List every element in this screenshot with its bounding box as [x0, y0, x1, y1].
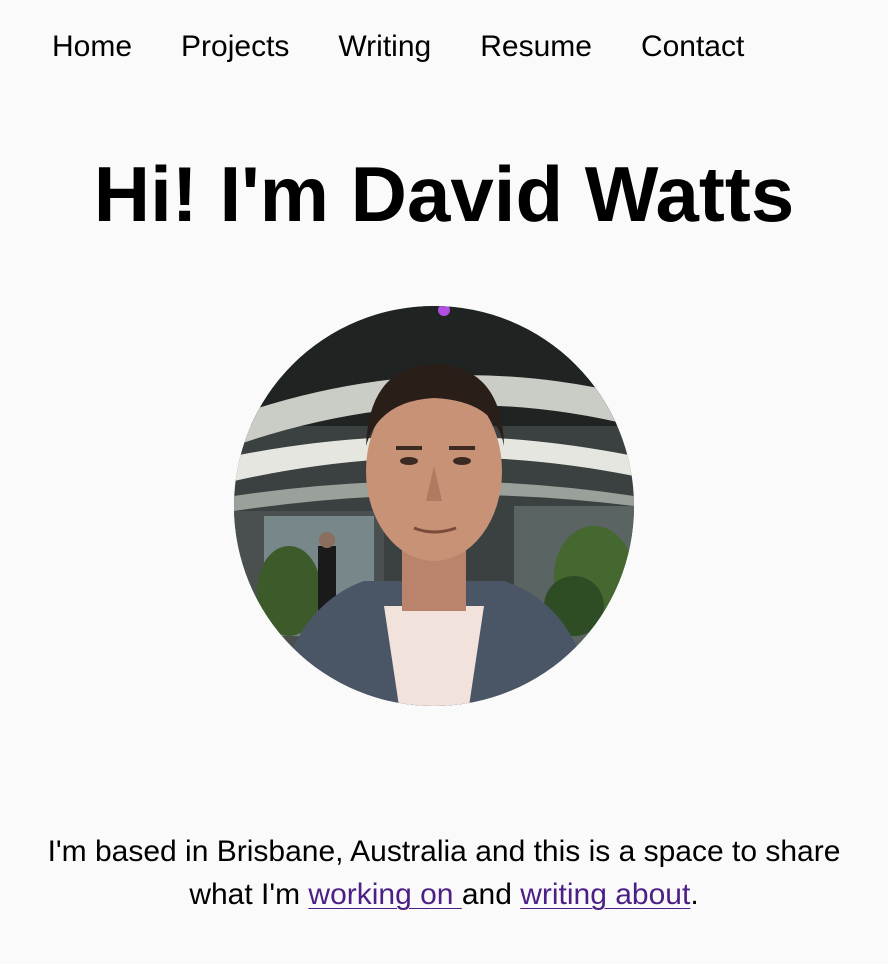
nav-projects-link[interactable]: Projects [181, 28, 289, 66]
main-nav: Home Projects Writing Resume Contact [52, 28, 744, 66]
page: Home Projects Writing Resume Contact Hi!… [0, 0, 888, 964]
nav-writing-link[interactable]: Writing [338, 28, 431, 66]
working-on-link[interactable]: working on [308, 878, 461, 911]
nav-resume-link[interactable]: Resume [480, 28, 592, 66]
intro-text-middle: and [461, 878, 521, 911]
writing-about-link[interactable]: writing about [520, 878, 690, 911]
page-title: Hi! I'm David Watts [93, 150, 795, 238]
nav-contact-link[interactable]: Contact [641, 28, 744, 66]
profile-photo [234, 306, 634, 706]
intro-text-after: . [690, 878, 699, 911]
intro-paragraph: I'm based in Brisbane, Australia and thi… [30, 830, 858, 916]
nav-home-link[interactable]: Home [52, 28, 132, 66]
